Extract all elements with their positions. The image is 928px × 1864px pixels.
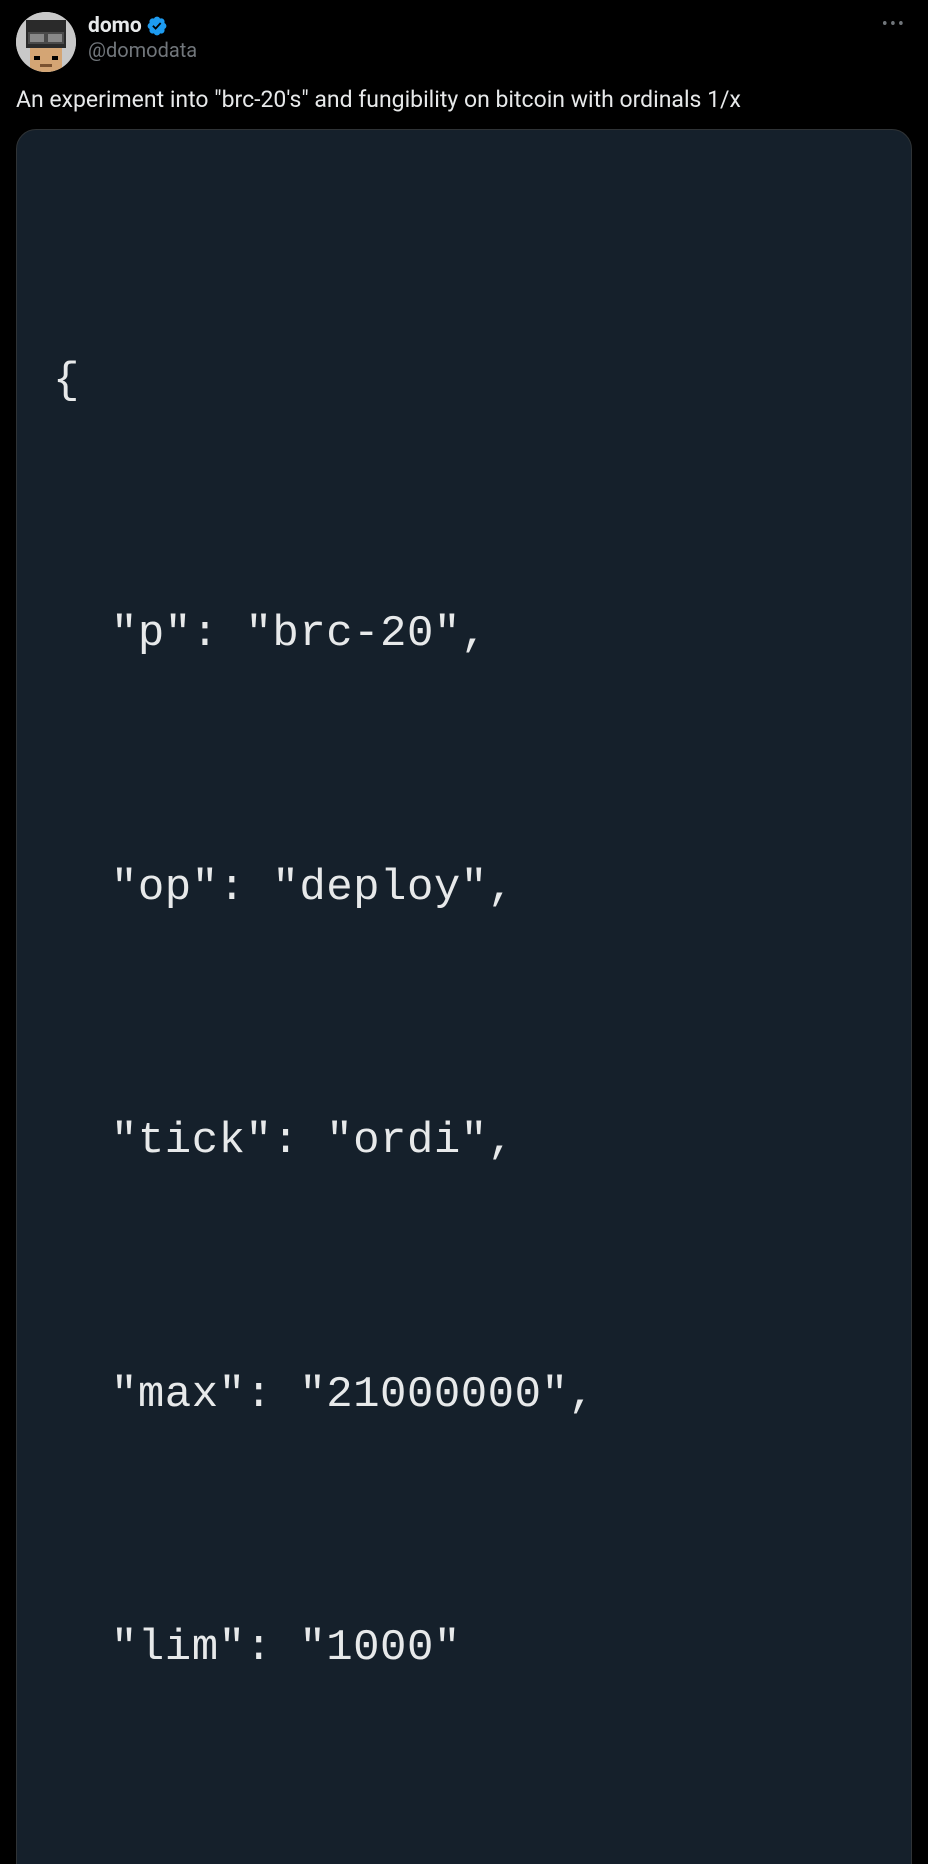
code-line-4: "max": "21000000",: [53, 1353, 875, 1437]
code-line-5: "lim": "1000": [53, 1606, 875, 1690]
code-embed[interactable]: { "p": "brc-20", "op": "deploy", "tick":…: [16, 129, 912, 1864]
user-info: domo @domodata: [88, 12, 197, 62]
code-line-2: "op": "deploy",: [53, 846, 875, 930]
code-line-3: "tick": "ordi",: [53, 1099, 875, 1183]
more-options-button[interactable]: •••: [876, 10, 912, 39]
avatar[interactable]: [16, 12, 76, 72]
code-line-close: }: [53, 1859, 875, 1864]
tweet-header: domo @domodata •••: [16, 12, 912, 72]
display-name[interactable]: domo: [88, 14, 142, 38]
tweet-body: An experiment into "brc-20's" and fungib…: [16, 84, 912, 1864]
code-line-open: {: [53, 339, 875, 423]
tweet-header-left: domo @domodata: [16, 12, 197, 72]
user-handle[interactable]: @domodata: [88, 38, 197, 62]
name-row: domo: [88, 14, 197, 38]
verified-badge-icon: [146, 15, 168, 37]
code-line-1: "p": "brc-20",: [53, 592, 875, 676]
tweet-container: domo @domodata ••• An experiment into "b…: [0, 0, 928, 1864]
tweet-text: An experiment into "brc-20's" and fungib…: [16, 84, 912, 115]
code-content: { "p": "brc-20", "op": "deploy", "tick":…: [53, 170, 875, 1864]
